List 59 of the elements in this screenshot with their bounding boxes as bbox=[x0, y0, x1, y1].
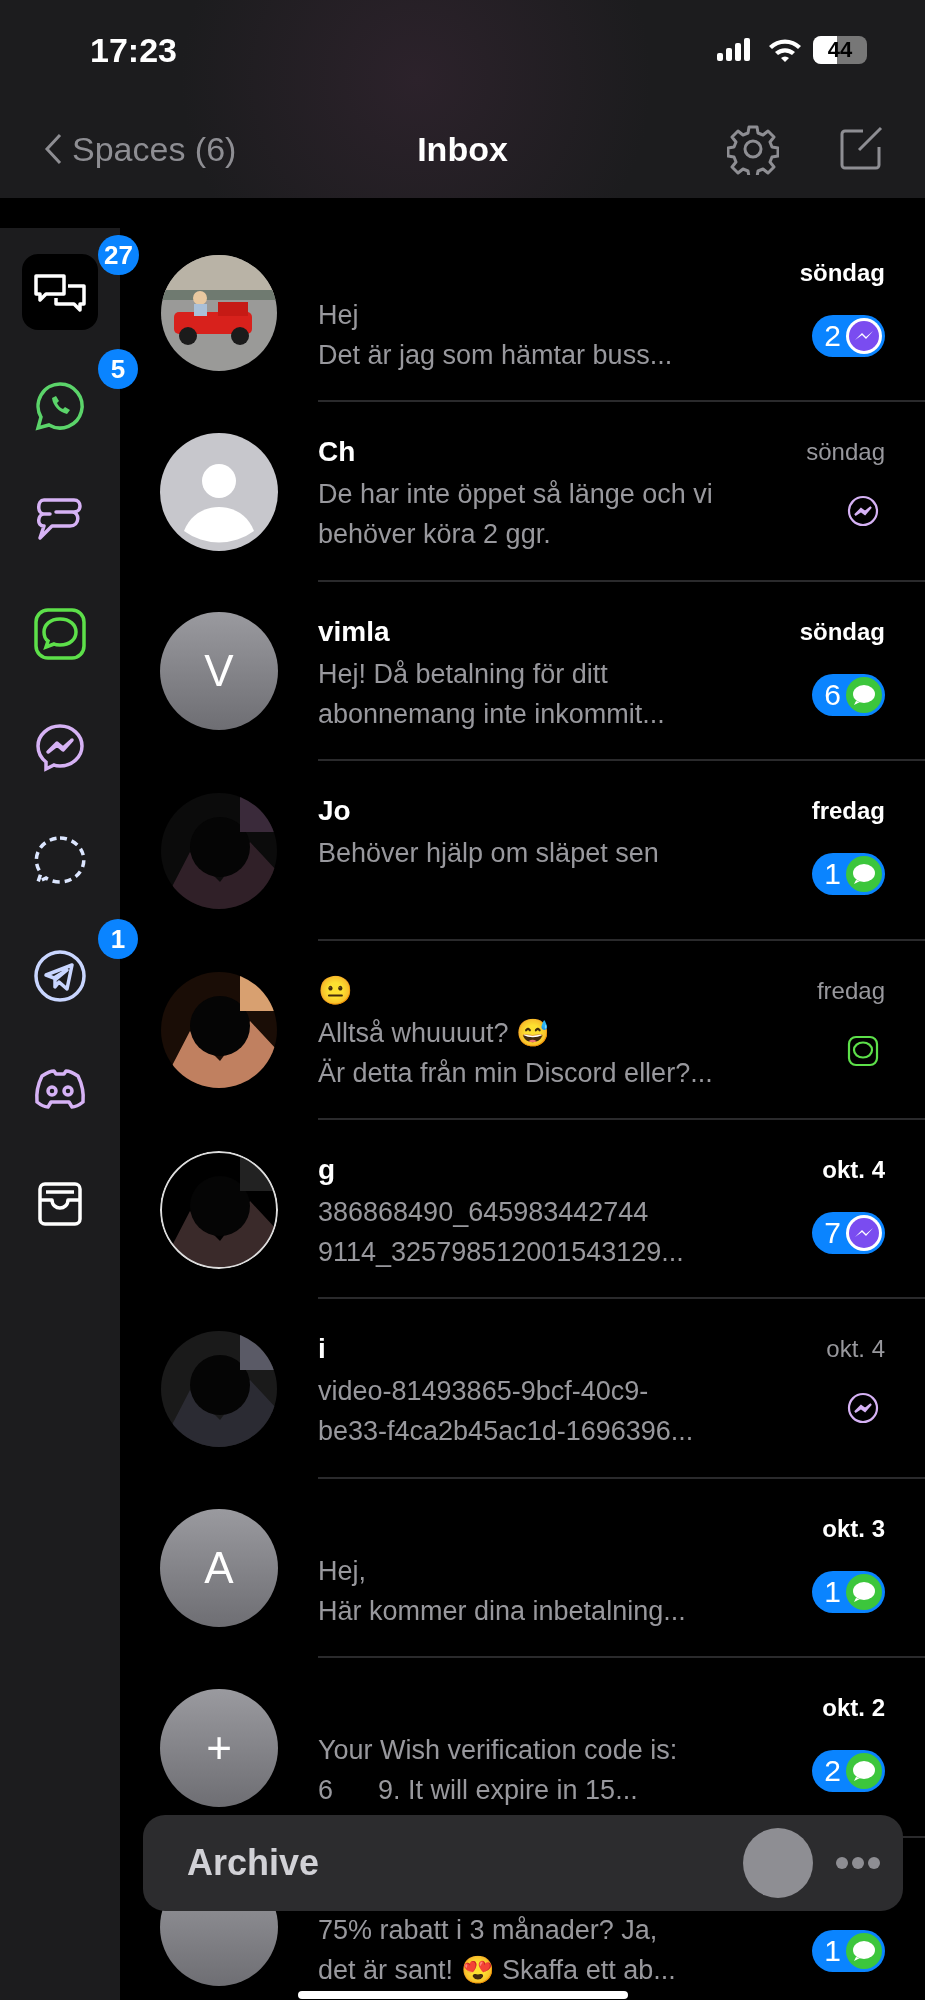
message-preview: Alltså whuuuut? 😅 bbox=[318, 1016, 552, 1050]
unread-badge: 27 bbox=[98, 235, 139, 275]
archive-label: Archive bbox=[187, 1842, 320, 1884]
contact-avatar: A bbox=[160, 1509, 278, 1628]
message-date: fredag bbox=[816, 976, 885, 1005]
contact-name: 😐 bbox=[318, 974, 353, 1008]
person-icon bbox=[160, 433, 278, 552]
contact-name: g bbox=[318, 1153, 336, 1186]
message-preview: Behöver hjälp om släpet sen bbox=[318, 837, 660, 871]
unread-badge: 7 bbox=[812, 1211, 885, 1254]
message-preview: 75% rabatt i 3 månader? Ja, bbox=[318, 1913, 659, 1947]
contact-avatar: V bbox=[160, 612, 278, 731]
message-preview: Är detta från min Discord eller?... bbox=[318, 1056, 714, 1090]
unread-badge: 1 bbox=[812, 1929, 885, 1972]
chevron-left-icon bbox=[44, 132, 64, 166]
unread-badge: 1 bbox=[812, 853, 885, 896]
message-date: okt. 4 bbox=[826, 1335, 885, 1364]
message-preview: Det är jag som hämtar buss... bbox=[318, 339, 674, 372]
message-date: fredag bbox=[811, 797, 885, 826]
message-date: okt. 3 bbox=[822, 1514, 885, 1543]
unread-badge: 2 bbox=[812, 1750, 885, 1793]
message-date: okt. 2 bbox=[822, 1694, 885, 1723]
contact-name: Ch bbox=[318, 436, 356, 469]
unread-badge: 1 bbox=[812, 1570, 885, 1613]
unread-badge: 1 bbox=[98, 919, 138, 959]
message-preview: 9114_325798512001543129... bbox=[318, 1235, 685, 1269]
message-preview: Hej, bbox=[318, 1554, 367, 1588]
message-date: okt. 4 bbox=[822, 1155, 885, 1184]
unread-badge: 5 bbox=[98, 349, 138, 389]
message-preview: 6 9. It will expire in 15... bbox=[318, 1774, 639, 1808]
contact-name: i bbox=[318, 1333, 326, 1366]
unread-badge: 2 bbox=[812, 315, 885, 357]
message-date: söndag bbox=[799, 259, 885, 287]
message-preview: Your Wish verification code is: bbox=[318, 1734, 679, 1768]
message-preview: Hej bbox=[318, 299, 360, 332]
contact-name: vimla bbox=[318, 615, 390, 648]
message-date: söndag bbox=[806, 438, 885, 467]
message-preview: 386868490_645983442744 bbox=[318, 1195, 650, 1229]
settings-icon[interactable] bbox=[727, 123, 779, 175]
message-preview: video-81493865-9bcf-40c9- bbox=[318, 1375, 650, 1409]
message-date: söndag bbox=[799, 617, 885, 646]
contact-avatar: + bbox=[160, 1688, 278, 1807]
message-preview: Här kommer dina inbetalning... bbox=[318, 1594, 687, 1628]
back-button[interactable]: Spaces (6) bbox=[44, 129, 237, 169]
status-time: 17:23 bbox=[90, 30, 177, 70]
screen-title: Inbox bbox=[417, 129, 508, 169]
message-preview: behöver köra 2 ggr. bbox=[318, 518, 552, 552]
contact-name: Jo bbox=[318, 795, 351, 828]
message-preview: abonnemang inte inkommit... bbox=[318, 697, 666, 731]
sidebar-account[interactable] bbox=[22, 254, 98, 330]
archive-bar[interactable]: Archive bbox=[143, 1815, 903, 1911]
message-preview: be33-f4ca2b45ac1d-1696396... bbox=[318, 1415, 695, 1449]
avatar-icon bbox=[743, 1828, 813, 1898]
unread-badge: 6 bbox=[812, 673, 885, 716]
wifi-icon bbox=[767, 37, 803, 63]
more-icon[interactable] bbox=[835, 1856, 881, 1870]
message-preview: det är sant! 😍 Skaffa ett ab... bbox=[318, 1953, 677, 1987]
message-preview: De har inte öppet så länge och vi bbox=[318, 478, 714, 512]
message-preview: Hej! Då betalning för ditt bbox=[318, 657, 609, 691]
